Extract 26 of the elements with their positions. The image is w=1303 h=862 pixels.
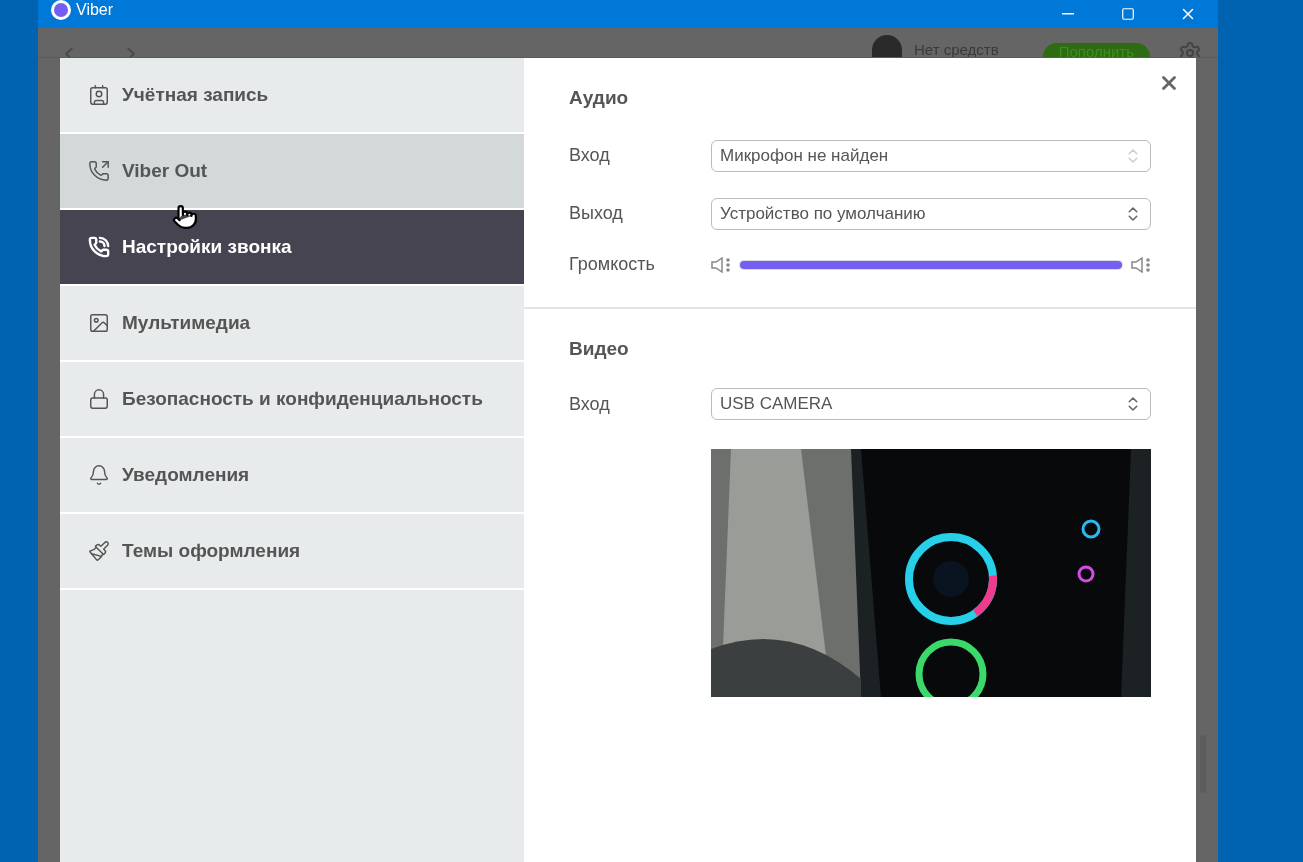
speaker-select[interactable]: Устройство по умолчанию (711, 197, 1151, 230)
field-label: Выход (569, 202, 624, 225)
sidebar-item[interactable]: Viber Out (60, 134, 524, 210)
phone-icon (88, 236, 110, 258)
window-title: Viber (76, 0, 114, 20)
maximize-icon (1121, 7, 1135, 21)
section-title: Видео (569, 336, 630, 361)
contact-card-icon (88, 84, 110, 106)
phone-icon (88, 160, 110, 182)
volume-low-icon (711, 256, 731, 273)
logo-icon (50, 0, 72, 21)
section-title: Аудио (569, 86, 630, 110)
sidebar-item[interactable]: Настройки звонка (60, 210, 524, 286)
field-label: Вход (569, 144, 611, 167)
minimize-icon (1062, 13, 1074, 15)
hand-cursor-icon (172, 204, 198, 230)
image-icon (88, 312, 110, 334)
field-label: Громкость (569, 253, 656, 276)
volume-high-icon (1131, 256, 1151, 273)
field-label: Вход (569, 392, 611, 416)
camera-select[interactable]: USB CAMERA (711, 388, 1151, 420)
paintbrush-icon (88, 540, 110, 562)
volume-slider[interactable] (740, 260, 1122, 269)
lock-icon (88, 388, 110, 410)
bell-icon (88, 464, 110, 486)
avatar (871, 35, 902, 57)
